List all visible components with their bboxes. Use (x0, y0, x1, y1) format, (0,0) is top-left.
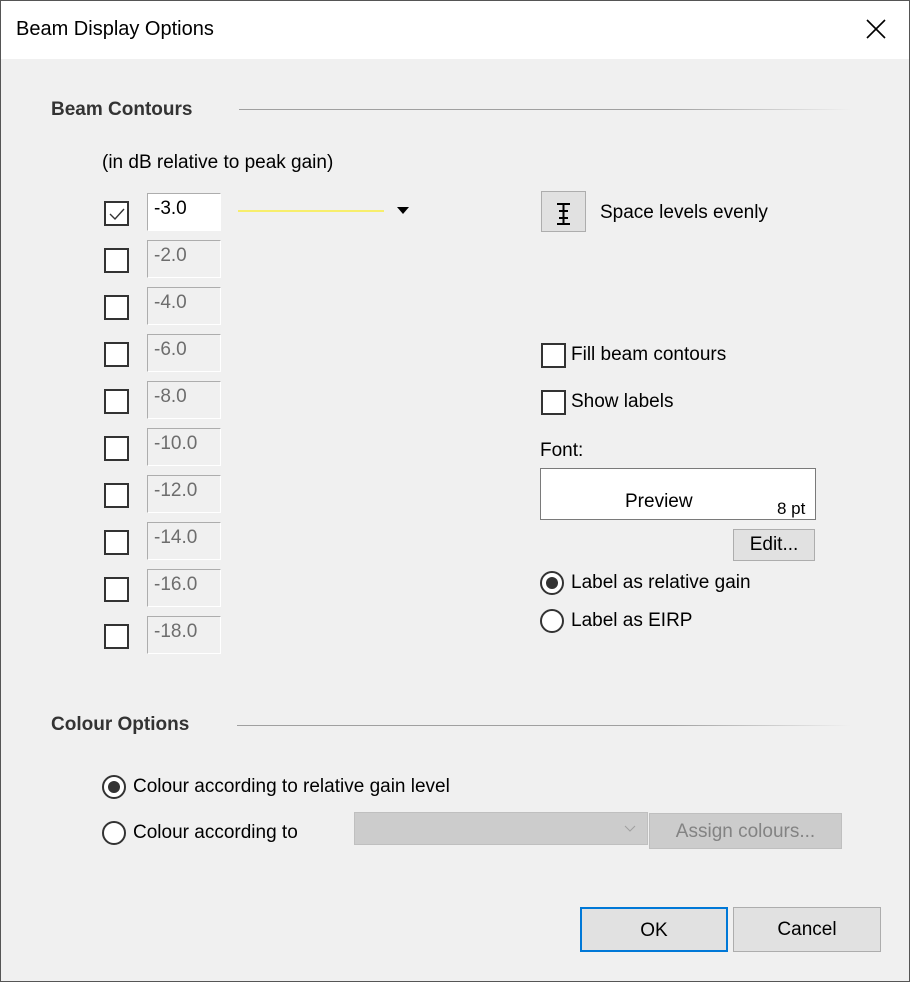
show-labels-label: Show labels (571, 391, 674, 412)
beam-contours-divider (239, 109, 851, 110)
font-size-text: 8 pt (777, 499, 806, 518)
contour-level-checkbox[interactable] (104, 342, 129, 367)
contour-level-input[interactable]: -10.0 (147, 428, 221, 466)
contour-level-input[interactable]: -6.0 (147, 334, 221, 372)
ok-button[interactable]: OK (580, 907, 728, 952)
contour-level-checkbox[interactable] (104, 201, 129, 226)
close-icon (866, 19, 886, 39)
label-relative-gain-label: Label as relative gain (571, 572, 751, 593)
contour-level-checkbox[interactable] (104, 436, 129, 461)
contour-level-checkbox[interactable] (104, 248, 129, 273)
colour-by-attribute-label: Colour according to (133, 822, 298, 843)
space-evenly-icon (557, 203, 570, 225)
contour-level-input[interactable]: -12.0 (147, 475, 221, 513)
beam-contours-heading: Beam Contours (51, 99, 193, 120)
fill-beam-contours-checkbox[interactable] (541, 343, 566, 368)
contour-level-checkbox[interactable] (104, 483, 129, 508)
contour-level-checkbox[interactable] (104, 295, 129, 320)
cancel-button[interactable]: Cancel (733, 907, 881, 952)
colour-options-divider (237, 725, 851, 726)
title-bar: Beam Display Options (1, 1, 909, 59)
contour-level-input[interactable]: -2.0 (147, 240, 221, 278)
line-style-dropdown-arrow-icon[interactable] (397, 207, 409, 214)
fill-beam-contours-label: Fill beam contours (571, 344, 727, 365)
contour-level-input[interactable]: -4.0 (147, 287, 221, 325)
line-style-swatch[interactable] (238, 210, 384, 212)
colour-attribute-combo[interactable] (354, 812, 648, 845)
font-preview-box: Preview 8 pt (540, 468, 816, 520)
units-note: (in dB relative to peak gain) (102, 152, 334, 173)
contour-level-checkbox[interactable] (104, 530, 129, 555)
window-title: Beam Display Options (16, 18, 214, 40)
label-relative-gain-radio[interactable] (540, 571, 564, 595)
radio-selected-dot (108, 781, 120, 793)
font-preview-text: Preview (625, 491, 693, 512)
space-levels-evenly-button[interactable] (541, 191, 586, 232)
edit-font-button[interactable]: Edit... (733, 529, 815, 561)
assign-colours-button[interactable]: Assign colours... (649, 813, 842, 849)
label-eirp-label: Label as EIRP (571, 610, 693, 631)
label-eirp-radio[interactable] (540, 609, 564, 633)
contour-level-input[interactable]: -18.0 (147, 616, 221, 654)
contour-level-checkbox[interactable] (104, 389, 129, 414)
colour-by-attribute-radio[interactable] (102, 821, 126, 845)
colour-options-heading: Colour Options (51, 714, 190, 735)
chevron-down-icon (624, 825, 636, 832)
contour-level-input[interactable]: -8.0 (147, 381, 221, 419)
font-label: Font: (540, 440, 584, 461)
contour-level-input[interactable]: -16.0 (147, 569, 221, 607)
space-levels-evenly-label: Space levels evenly (600, 202, 768, 223)
show-labels-checkbox[interactable] (541, 390, 566, 415)
colour-by-gain-label: Colour according to relative gain level (133, 776, 450, 797)
contour-level-checkbox[interactable] (104, 577, 129, 602)
radio-selected-dot (546, 577, 558, 589)
beam-display-options-dialog: Beam Display Options Beam Contours (in d… (0, 0, 910, 982)
contour-level-checkbox[interactable] (104, 624, 129, 649)
close-button[interactable] (859, 13, 893, 47)
checkmark-icon (109, 208, 125, 221)
contour-level-input[interactable]: -3.0 (147, 193, 221, 231)
colour-by-gain-radio[interactable] (102, 775, 126, 799)
contour-level-input[interactable]: -14.0 (147, 522, 221, 560)
